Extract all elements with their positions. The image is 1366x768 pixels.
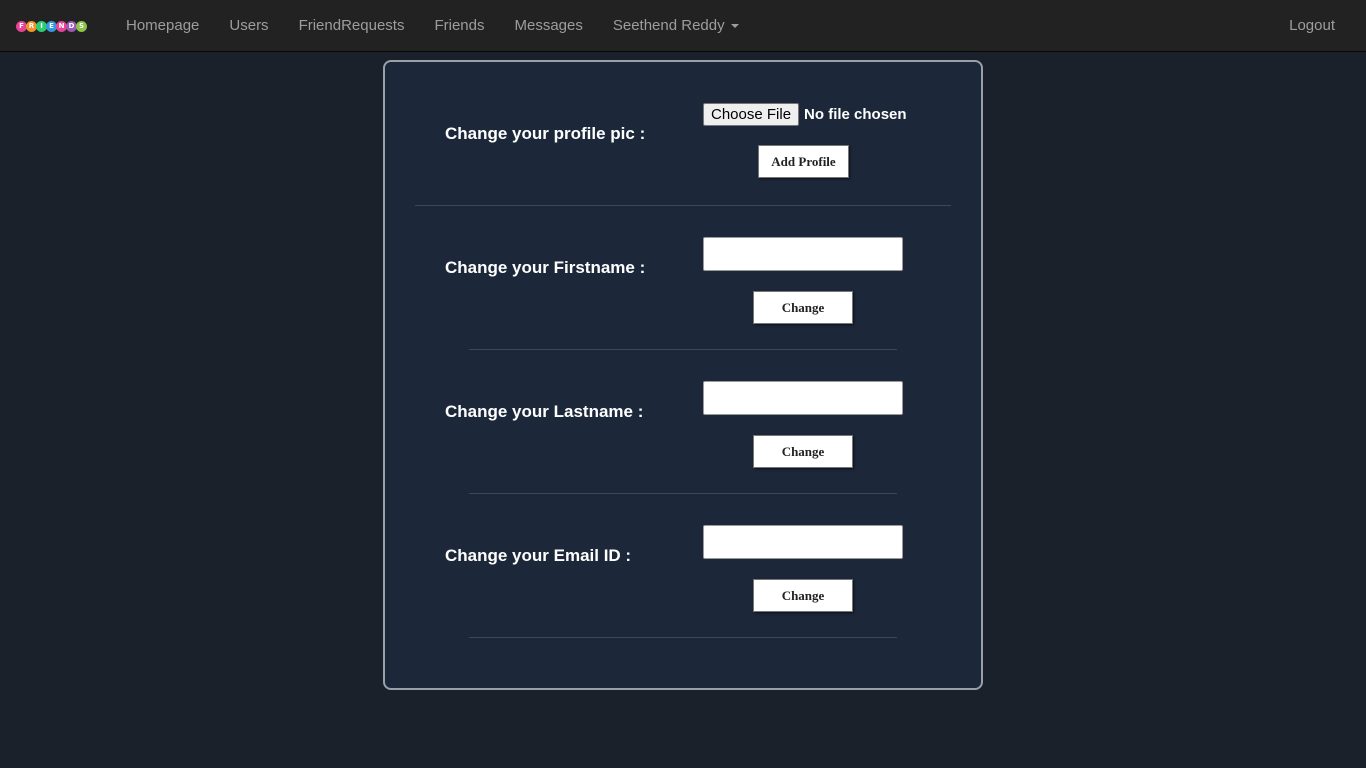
choose-file-button[interactable]: Choose File: [703, 103, 800, 126]
nav-friend-requests[interactable]: FriendRequests: [284, 0, 420, 52]
user-menu-label: Seethend Reddy: [612, 17, 725, 34]
divider: [469, 637, 897, 638]
email-input[interactable]: [703, 525, 903, 559]
nav-homepage[interactable]: Homepage: [111, 0, 214, 52]
firstname-input[interactable]: [703, 237, 903, 271]
divider: [469, 493, 897, 494]
file-status: No file chosen: [804, 106, 907, 123]
lastname-input[interactable]: [703, 381, 903, 415]
change-email-button[interactable]: Change: [753, 579, 853, 612]
logo-letter: S: [76, 20, 87, 32]
caret-down-icon: [730, 24, 739, 29]
nav-messages[interactable]: Messages: [499, 0, 597, 52]
email-label: Change your Email ID :: [445, 546, 632, 565]
profile-pic-label: Change your profile pic :: [445, 124, 646, 143]
navbar: F R I E N D S Homepage Users FriendReque…: [0, 0, 1366, 52]
lastname-label: Change your Lastname :: [445, 402, 644, 421]
divider: [415, 205, 951, 206]
nav-links: Homepage Users FriendRequests Friends Me…: [111, 0, 754, 52]
logout-link[interactable]: Logout: [1274, 0, 1350, 52]
user-menu-dropdown[interactable]: Seethend Reddy: [598, 0, 754, 52]
nav-friends[interactable]: Friends: [419, 0, 499, 52]
change-lastname-button[interactable]: Change: [753, 435, 853, 468]
firstname-label: Change your Firstname :: [445, 258, 646, 277]
nav-users[interactable]: Users: [214, 0, 283, 52]
change-firstname-button[interactable]: Change: [753, 291, 853, 324]
divider: [469, 349, 897, 350]
profile-settings-card: Change your profile pic : Choose File No…: [383, 60, 983, 690]
brand-logo[interactable]: F R I E N D S: [16, 16, 98, 36]
file-picker: Choose File No file chosen: [703, 103, 907, 126]
add-profile-button[interactable]: Add Profile: [758, 145, 849, 178]
